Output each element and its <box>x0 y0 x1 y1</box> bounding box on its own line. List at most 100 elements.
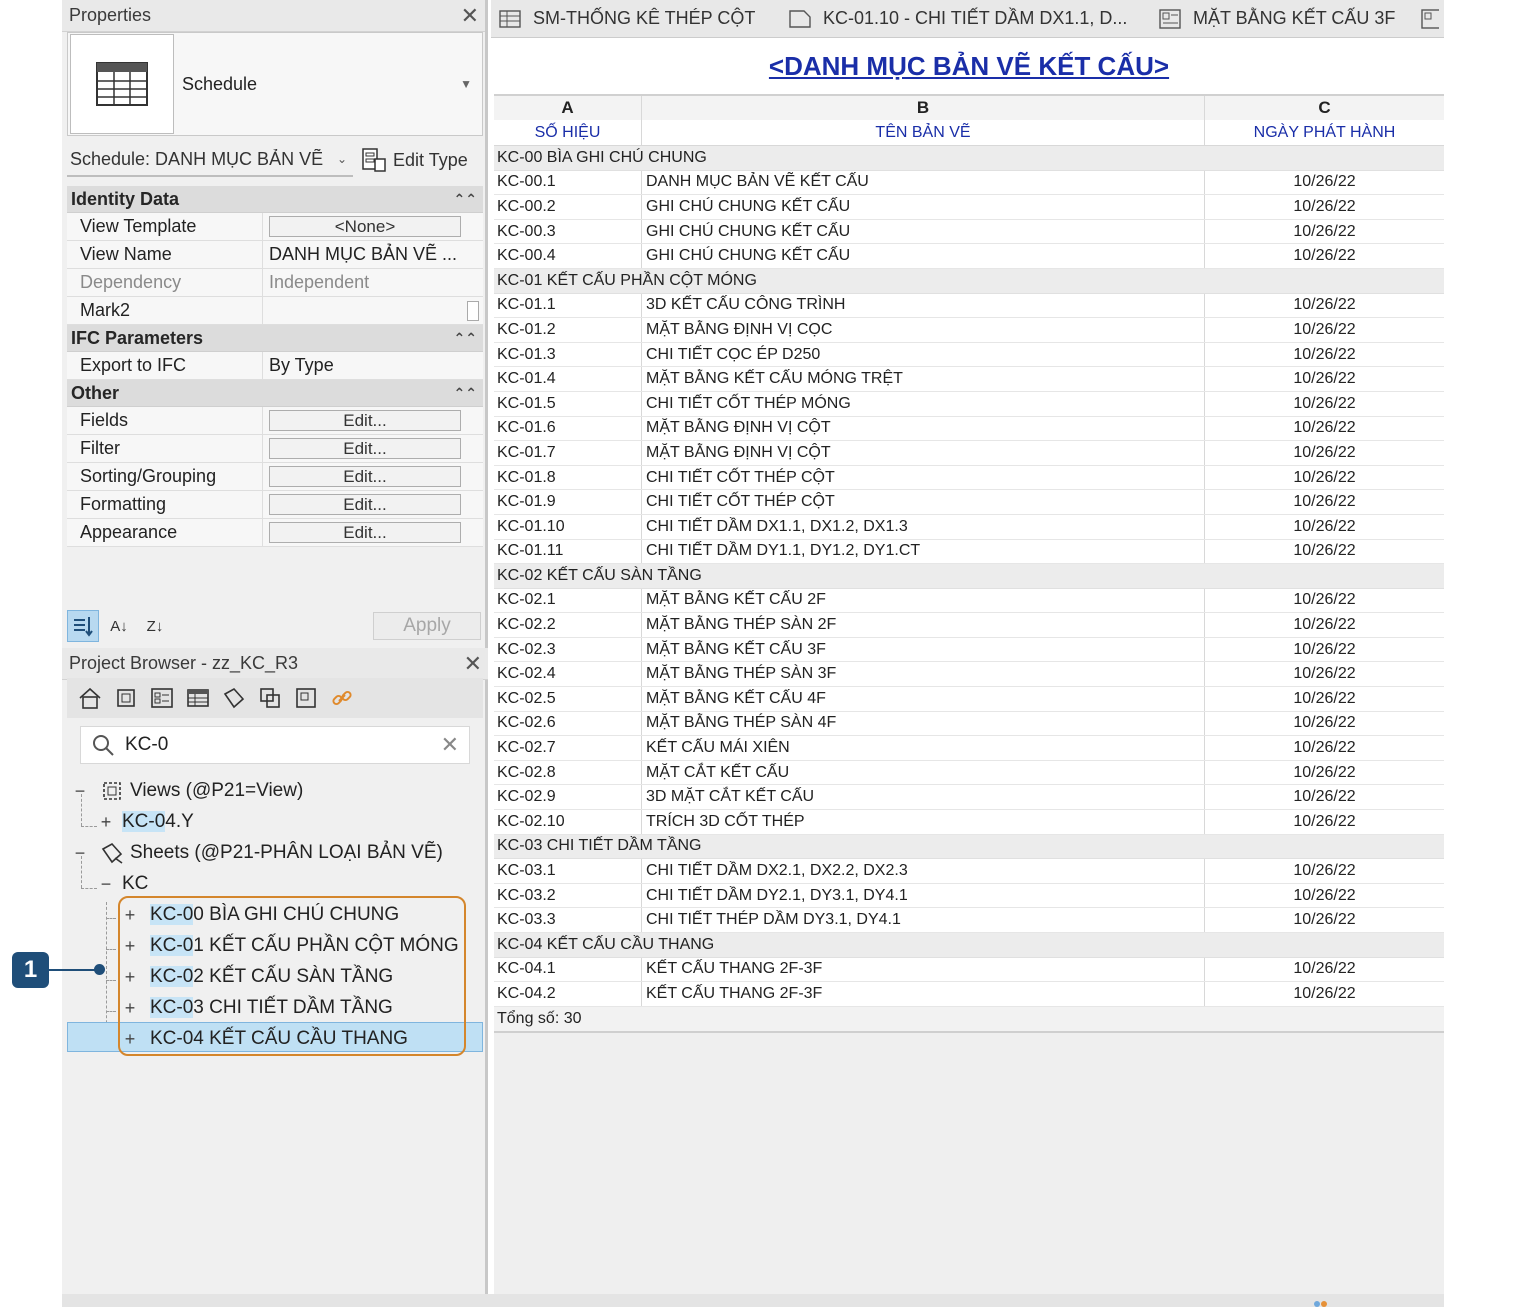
cell-so-hieu[interactable]: KC-04.1 <box>494 957 642 982</box>
cell-so-hieu[interactable]: KC-01.2 <box>494 318 642 342</box>
cell-ngay-phat-hanh[interactable]: 10/26/22 <box>1205 761 1444 785</box>
cell-ngay-phat-hanh[interactable]: 10/26/22 <box>1205 515 1444 539</box>
fields-edit-button[interactable]: Edit... <box>269 410 461 431</box>
table-row[interactable]: KC-04.2 KẾT CẤU THANG 2F-3F 10/26/22 <box>494 982 1444 1007</box>
sheets-icon[interactable] <box>219 683 249 713</box>
schedule-group-header[interactable]: KC-04 KẾT CẤU CẦU THANG <box>494 933 1444 958</box>
cell-ngay-phat-hanh[interactable]: 10/26/22 <box>1205 392 1444 416</box>
table-row[interactable]: KC-01.4 MẶT BẰNG KẾT CẤU MÓNG TRỆT 10/26/2… <box>494 367 1444 392</box>
cell-so-hieu[interactable]: KC-01.11 <box>494 539 642 564</box>
formatting-edit-button[interactable]: Edit... <box>269 494 461 515</box>
cell-ngay-phat-hanh[interactable]: 10/26/22 <box>1205 982 1444 1006</box>
cell-ten-ban-ve[interactable]: GHI CHÚ CHUNG KẾT CẤU <box>642 219 1205 244</box>
table-row[interactable]: KC-04.1 KẾT CẤU THANG 2F-3F 10/26/22 <box>494 957 1444 983</box>
cell-so-hieu[interactable]: KC-01.1 <box>494 293 642 318</box>
table-row[interactable]: KC-03.3 CHI TIẾT THÉP DẦM DY3.1, DY4.1 10/… <box>494 908 1444 933</box>
cell-ten-ban-ve[interactable]: MẶT BẰNG KẾT CẤU 3F <box>642 637 1205 662</box>
views-icon[interactable] <box>111 683 141 713</box>
cell-ten-ban-ve[interactable]: MẶT BẰNG THÉP SÀN 4F <box>642 711 1205 736</box>
group-other[interactable]: Other ⌃⌃ <box>67 380 483 407</box>
cell-so-hieu[interactable]: KC-01.3 <box>494 342 642 367</box>
cell-ngay-phat-hanh[interactable]: 10/26/22 <box>1205 417 1444 441</box>
table-row[interactable]: KC-01.9 CHI TIẾT CỐT THÉP CỘT 10/26/22 <box>494 490 1444 515</box>
table-row[interactable]: KC-02.5 MẶT BẰNG KẾT CẤU 4F 10/26/22 <box>494 687 1444 712</box>
group-ifc-parameters[interactable]: IFC Parameters ⌃⌃ <box>67 325 483 352</box>
instance-filter-dropdown[interactable]: Schedule: DANH MỤC BẢN VẼ K ⌄ <box>67 143 353 177</box>
cell-so-hieu[interactable]: KC-00.3 <box>494 219 642 244</box>
collapse-icon[interactable]: ⌃⌃ <box>454 191 477 208</box>
cell-so-hieu[interactable]: KC-02.9 <box>494 785 642 810</box>
cell-ten-ban-ve[interactable]: MẶT BẰNG THÉP SÀN 3F <box>642 662 1205 687</box>
cell-ten-ban-ve[interactable]: GHI CHÚ CHUNG KẾT CẤU <box>642 195 1205 219</box>
schedule-group-header[interactable]: KC-02 KẾT CẤU SÀN TẦNG <box>494 564 1444 589</box>
cell-so-hieu[interactable]: KC-01.6 <box>494 416 642 441</box>
cell-ten-ban-ve[interactable]: GHI CHÚ CHUNG KẾT CẤU <box>642 244 1205 268</box>
table-row[interactable]: KC-03.2 CHI TIẾT DẦM DY2.1, DY3.1, DY4.1 1… <box>494 883 1444 909</box>
cell-ten-ban-ve[interactable]: MẶT CẮT KẾT CẤU <box>642 760 1205 785</box>
cell-so-hieu[interactable]: KC-00.1 <box>494 170 642 195</box>
expand-icon[interactable]: + <box>96 812 116 833</box>
cell-ten-ban-ve[interactable]: 3D KẾT CẤU CÔNG TRÌNH <box>642 293 1205 318</box>
filter-edit-button[interactable]: Edit... <box>269 438 461 459</box>
cell-ten-ban-ve[interactable]: KẾT CẤU THANG 2F-3F <box>642 982 1205 1006</box>
cell-ten-ban-ve[interactable]: CHI TIẾT CỌC ÉP D250 <box>642 342 1205 367</box>
cell-ngay-phat-hanh[interactable]: 10/26/22 <box>1205 662 1444 686</box>
table-row[interactable]: KC-02.1 MẶT BẰNG KẾT CẤU 2F 10/26/22 <box>494 588 1444 614</box>
view-name-value[interactable]: DANH MỤC BẢN VẼ ... <box>263 241 483 268</box>
collapse-icon[interactable]: − <box>70 781 90 802</box>
cell-ten-ban-ve[interactable]: CHI TIẾT CỐT THÉP CỘT <box>642 465 1205 490</box>
table-row[interactable]: KC-01.1 3D KẾT CẤU CÔNG TRÌNH 10/26/22 <box>494 293 1444 319</box>
schedule-title[interactable]: <DANH MỤC BẢN VẼ KẾT CẤU> <box>769 51 1169 82</box>
mark2-scroll-handle[interactable] <box>467 300 479 321</box>
table-row[interactable]: KC-02.4 MẶT BẰNG THÉP SÀN 3F 10/26/22 <box>494 662 1444 688</box>
cell-so-hieu[interactable]: KC-03.2 <box>494 883 642 908</box>
cell-ten-ban-ve[interactable]: MẶT BẰNG KẾT CẤU 2F <box>642 588 1205 613</box>
cell-ngay-phat-hanh[interactable]: 10/26/22 <box>1205 958 1444 982</box>
group-identity-data[interactable]: Identity Data ⌃⌃ <box>67 186 483 213</box>
cell-ngay-phat-hanh[interactable]: 10/26/22 <box>1205 367 1444 391</box>
cell-so-hieu[interactable]: KC-02.10 <box>494 810 642 834</box>
table-row[interactable]: KC-02.9 3D MẶT CẮT KẾT CẤU 10/26/22 <box>494 785 1444 811</box>
cell-ngay-phat-hanh[interactable]: 10/26/22 <box>1205 195 1444 219</box>
cell-ten-ban-ve[interactable]: MẶT BẰNG ĐỊNH VỊ CỘT <box>642 441 1205 465</box>
legends-icon[interactable] <box>147 683 177 713</box>
column-header-ngay-phat-hanh[interactable]: NGÀY PHÁT HÀNH <box>1205 120 1444 145</box>
tab-mat-bang-ket-cau-3f[interactable]: MẶT BẰNG KẾT CẤU 3F <box>1151 0 1421 38</box>
export-ifc-value[interactable]: By Type <box>263 352 483 379</box>
mark2-value[interactable] <box>263 297 483 324</box>
cell-ten-ban-ve[interactable]: CHI TIẾT CỐT THÉP CỘT <box>642 490 1205 514</box>
cell-so-hieu[interactable]: KC-00.4 <box>494 244 642 268</box>
cell-ngay-phat-hanh[interactable]: 10/26/22 <box>1205 712 1444 736</box>
cell-ngay-phat-hanh[interactable]: 10/26/22 <box>1205 785 1444 809</box>
column-header-so-hieu[interactable]: SỐ HIỆU <box>494 120 642 145</box>
cell-ten-ban-ve[interactable]: KẾT CẤU MÁI XIÊN <box>642 736 1205 760</box>
column-header-ten-ban-ve[interactable]: TÊN BẢN VẼ <box>642 120 1205 145</box>
families-icon[interactable] <box>255 683 285 713</box>
cell-ngay-phat-hanh[interactable]: 10/26/22 <box>1205 908 1444 932</box>
table-row[interactable]: KC-02.3 MẶT BẰNG KẾT CẤU 3F 10/26/22 <box>494 637 1444 663</box>
table-row[interactable]: KC-00.2 GHI CHÚ CHUNG KẾT CẤU 10/26/22 <box>494 195 1444 220</box>
collapse-icon[interactable]: ⌃⌃ <box>454 330 477 347</box>
table-row[interactable]: KC-02.6 MẶT BẰNG THÉP SÀN 4F 10/26/22 <box>494 711 1444 737</box>
table-row[interactable]: KC-03.1 CHI TIẾT DẦM DX2.1, DX2.2, DX2.3 1… <box>494 859 1444 884</box>
cell-ngay-phat-hanh[interactable]: 10/26/22 <box>1205 244 1444 268</box>
close-icon[interactable]: ✕ <box>464 652 482 675</box>
tree-node-views[interactable]: − Views (@P21=View) <box>70 776 304 806</box>
schedule-group-header[interactable]: KC-00 BÌA GHI CHÚ CHUNG <box>494 146 1444 171</box>
table-row[interactable]: KC-02.8 MẶT CẮT KẾT CẤU 10/26/22 <box>494 760 1444 786</box>
cell-ten-ban-ve[interactable]: 3D MẶT CẮT KẾT CẤU <box>642 785 1205 810</box>
cell-ngay-phat-hanh[interactable]: 10/26/22 <box>1205 466 1444 490</box>
cell-ngay-phat-hanh[interactable]: 10/26/22 <box>1205 687 1444 711</box>
categorized-sort-icon[interactable] <box>67 610 99 642</box>
collapse-icon[interactable]: − <box>96 874 116 895</box>
table-row[interactable]: KC-01.11 CHI TIẾT DẦM DY1.1, DY1.2, DY1.C… <box>494 539 1444 565</box>
cell-ten-ban-ve[interactable]: KẾT CẤU THANG 2F-3F <box>642 957 1205 982</box>
table-row[interactable]: KC-01.3 CHI TIẾT CỌC ÉP D250 10/26/22 <box>494 342 1444 368</box>
cell-so-hieu[interactable]: KC-01.8 <box>494 465 642 490</box>
schedule-group-header[interactable]: KC-03 CHI TIẾT DẦM TẦNG <box>494 834 1444 860</box>
tree-node-sheets[interactable]: − Sheets (@P21-PHÂN LOẠI BẢN VẼ) <box>70 838 443 868</box>
cell-ngay-phat-hanh[interactable]: 10/26/22 <box>1205 736 1444 760</box>
cell-ngay-phat-hanh[interactable]: 10/26/22 <box>1205 294 1444 318</box>
cell-so-hieu[interactable]: KC-02.3 <box>494 637 642 662</box>
collapse-icon[interactable]: ⌃⌃ <box>454 385 477 402</box>
